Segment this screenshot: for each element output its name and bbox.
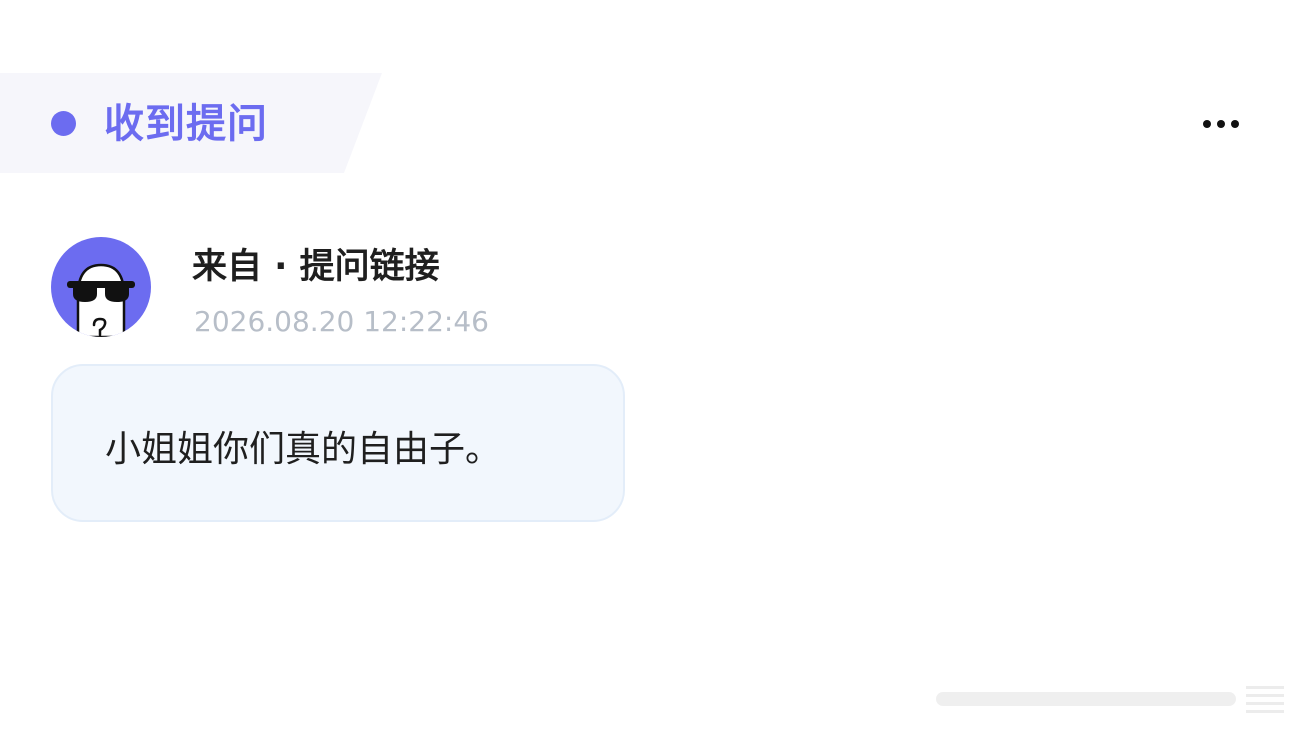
question-text: 小姐姐你们真的自由子。 bbox=[105, 429, 502, 470]
more-dot bbox=[1217, 120, 1225, 128]
more-dot bbox=[1231, 120, 1239, 128]
more-dot bbox=[1203, 120, 1211, 128]
header-dot-icon bbox=[51, 111, 76, 136]
timestamp: 2026.08.20 12:22:46 bbox=[194, 305, 489, 338]
avatar[interactable] bbox=[51, 237, 151, 337]
page-title: 收到提问 bbox=[104, 101, 268, 147]
question-bubble: 小姐姐你们真的自由子。 bbox=[51, 364, 625, 522]
more-options-button[interactable] bbox=[1196, 110, 1246, 138]
watermark bbox=[936, 686, 1284, 713]
sender-label: 来自 · 提问链接 bbox=[192, 247, 440, 287]
sunglasses-ghost-icon bbox=[67, 263, 135, 337]
